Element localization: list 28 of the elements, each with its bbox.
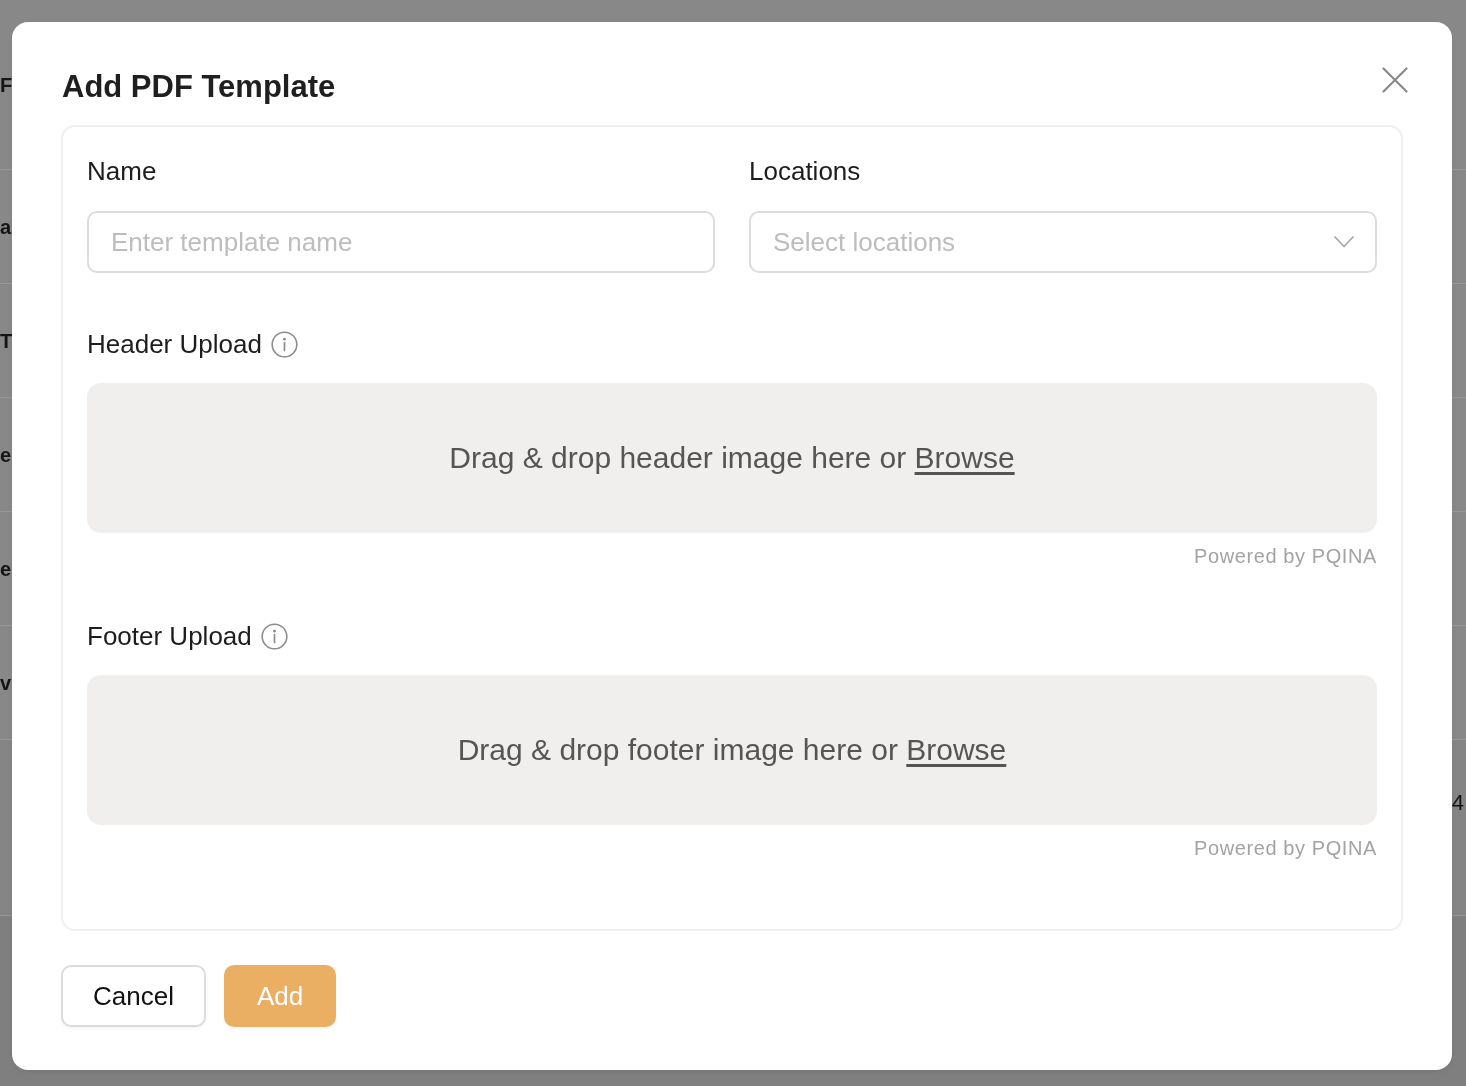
drop-zone[interactable]: Drag & drop footer image here or Browse [87, 675, 1377, 825]
field-label: Header Upload [87, 329, 262, 360]
row-text: e [0, 558, 12, 579]
dialog-title: Add PDF Template [62, 68, 336, 105]
credit-text: Powered by PQINA [1194, 836, 1377, 860]
drop-prompt: Drag & drop footer image here or Browse [457, 732, 1007, 768]
row-text: a [0, 216, 12, 237]
browse-link[interactable]: Browse [914, 441, 1015, 474]
row-text: e [0, 444, 12, 465]
text-field[interactable]: Enter template name [87, 211, 715, 273]
cancel-button[interactable]: Cancel [61, 965, 206, 1027]
drop-prompt: Drag & drop header image here or Browse [449, 440, 1015, 476]
close-button[interactable] [1382, 67, 1408, 93]
field-label: Locations [749, 156, 861, 187]
close-icon [1382, 67, 1408, 93]
info-icon [260, 623, 288, 650]
credit-text: Powered by PQINA [1194, 544, 1377, 568]
row-value: 4 [1451, 792, 1465, 814]
field-label: Name [87, 156, 157, 187]
page-heading-text: F [0, 74, 13, 95]
field-label: Footer Upload [87, 621, 252, 652]
info-icon [270, 331, 298, 358]
chevron-down-icon [1334, 236, 1354, 248]
browse-link[interactable]: Browse [906, 733, 1007, 766]
row-text: T [0, 330, 13, 351]
drop-zone[interactable]: Drag & drop header image here or Browse [87, 383, 1377, 533]
row-text: v [0, 672, 12, 693]
select-field[interactable]: Select locations [749, 211, 1377, 273]
